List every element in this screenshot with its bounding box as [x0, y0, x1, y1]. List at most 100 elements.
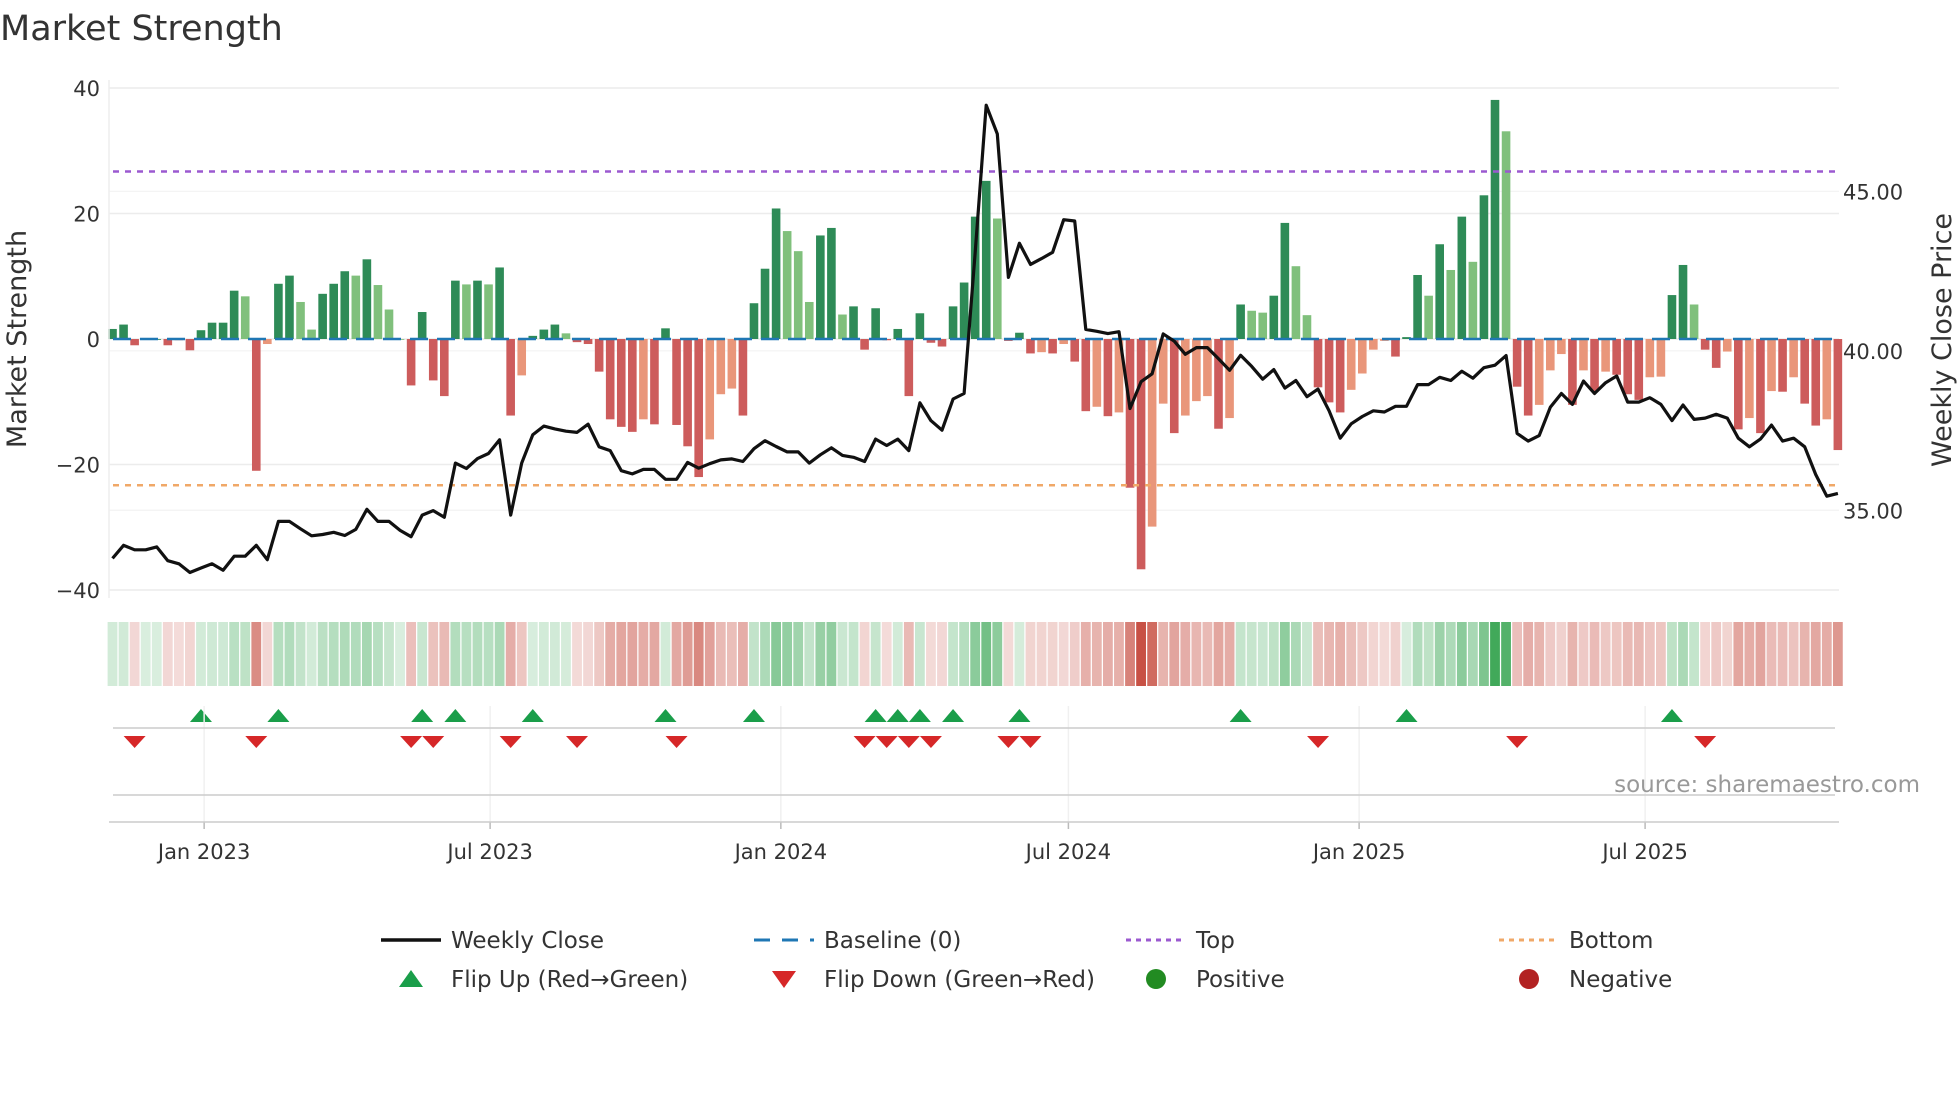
heat-cell [815, 622, 826, 686]
heat-cell [992, 622, 1003, 686]
heat-cell [1268, 622, 1279, 686]
heat-cell [1335, 622, 1346, 686]
strength-bar [849, 306, 858, 339]
strength-bar [1700, 339, 1710, 350]
triangle-up-icon [399, 970, 423, 987]
heat-cell [472, 622, 483, 686]
strength-bar [274, 283, 283, 339]
strength-bar [1302, 315, 1312, 339]
heat-cell [262, 622, 273, 686]
legend-label: Negative [1569, 967, 1672, 993]
strength-bar [915, 313, 925, 339]
strength-bar [1501, 131, 1511, 339]
heat-cell [1257, 622, 1268, 686]
heat-cell [1302, 622, 1312, 686]
flip-up-marker [1008, 709, 1031, 722]
heat-cell [1313, 622, 1323, 686]
heat-cell [505, 622, 516, 686]
strength-bar [1369, 339, 1378, 350]
heat-cell [1788, 622, 1799, 686]
strength-bar [771, 208, 781, 339]
strength-bar [1800, 339, 1809, 404]
flip-up-marker [1395, 709, 1418, 722]
flip-down-marker [1307, 736, 1330, 748]
strength-bar [661, 328, 670, 339]
strength-bar [1435, 244, 1444, 339]
x-tick-label: Jul 2023 [445, 840, 532, 864]
heat-cell [240, 622, 251, 686]
strength-heat-strip [107, 622, 1843, 686]
heat-cell [1578, 622, 1589, 686]
heat-cell [1357, 622, 1368, 686]
heat-cell [1235, 622, 1246, 686]
heat-cell [848, 622, 859, 686]
heat-cell [1667, 622, 1677, 686]
heat-cell [616, 622, 627, 686]
heat-cell [1091, 622, 1102, 686]
heat-cell [937, 622, 947, 686]
strength-bar [1413, 274, 1422, 339]
flip-down-marker [1019, 736, 1042, 748]
strength-bar [594, 339, 604, 372]
heat-cell [1777, 622, 1788, 686]
strength-bar [1557, 339, 1566, 355]
strength-bar [1612, 339, 1621, 375]
strength-bar [451, 280, 460, 339]
strength-bar [495, 267, 504, 339]
strength-bar [1689, 304, 1699, 339]
heat-cell [450, 622, 461, 686]
heat-cell [914, 622, 925, 686]
heat-cell [1114, 622, 1124, 686]
strength-bar [694, 339, 703, 478]
heat-cell [1479, 622, 1489, 686]
heat-cell [970, 622, 981, 686]
strength-bar [1214, 339, 1223, 429]
strength-bar [307, 329, 316, 339]
flip-down-marker [123, 736, 146, 748]
legend-item: Top [1126, 928, 1235, 954]
heat-cell [959, 622, 970, 686]
heat-cell [1556, 622, 1567, 686]
heat-cell [218, 622, 228, 686]
strength-bar [1324, 339, 1334, 403]
heat-cell [660, 622, 671, 686]
strength-bar [760, 268, 770, 339]
heat-cell [185, 622, 195, 686]
heat-cell [793, 622, 804, 686]
heat-cell [406, 622, 417, 686]
flip-up-marker [908, 709, 931, 722]
strength-bar [440, 339, 449, 397]
heat-cell [1456, 622, 1467, 686]
right-tick-label: 40.00 [1843, 340, 1903, 364]
heat-cell [395, 622, 405, 686]
heat-cell [1545, 622, 1556, 686]
strength-bar [484, 284, 493, 339]
strength-bar [1523, 339, 1533, 416]
strength-bar [1601, 339, 1610, 372]
strength-bar [738, 339, 748, 416]
heat-cell [373, 622, 383, 686]
heat-cell [594, 622, 605, 686]
strength-bar [1291, 266, 1301, 339]
strength-bar [1822, 339, 1832, 420]
heat-cell [693, 622, 704, 686]
strength-bar [1335, 339, 1345, 413]
strength-bar [616, 339, 626, 427]
circle-icon [1519, 969, 1539, 989]
legend-label: Bottom [1569, 928, 1653, 954]
heat-cell [1832, 622, 1843, 686]
strength-bar [218, 322, 228, 339]
strength-bar [119, 324, 128, 339]
legend-label: Positive [1196, 967, 1285, 993]
heat-cell [926, 622, 936, 686]
heat-cell [1600, 622, 1611, 686]
heat-cell [1368, 622, 1379, 686]
heat-cell [516, 622, 527, 686]
heat-cell [1191, 622, 1202, 686]
strength-bar [506, 339, 515, 416]
heat-cell [948, 622, 958, 686]
left-axis-title: Market Strength [2, 230, 33, 448]
heat-cell [550, 622, 560, 686]
heat-cell [273, 622, 284, 686]
heat-cell [107, 622, 118, 686]
